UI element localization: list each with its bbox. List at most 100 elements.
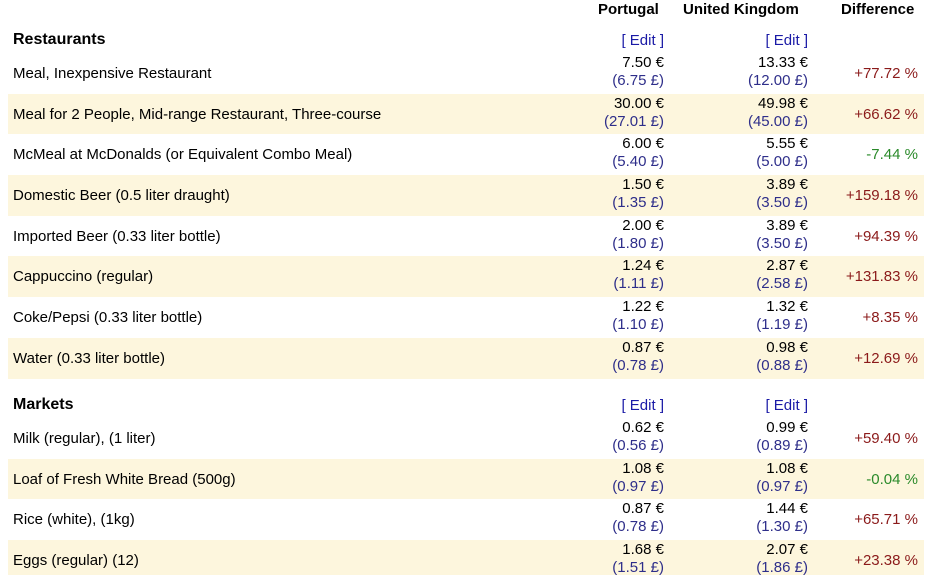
price-gbp: (1.10 £) <box>612 316 664 334</box>
table-row: Meal, Inexpensive Restaurant 7.50 € (6.75 … <box>8 53 924 94</box>
price-portugal: 2.00 € (1.80 £) <box>612 217 664 253</box>
price-united-kingdom: 1.32 € (1.19 £) <box>756 298 808 334</box>
price-portugal: 30.00 € (27.01 £) <box>604 95 664 131</box>
item-name: Eggs (regular) (12) <box>13 551 139 569</box>
price-eur: 2.00 € <box>622 216 664 234</box>
price-eur: 1.68 € <box>622 541 664 559</box>
edit-united-kingdom-link[interactable]: [ Edit ] <box>765 397 808 415</box>
price-eur: 0.87 € <box>622 500 664 518</box>
item-name: Cappuccino (regular) <box>13 268 154 286</box>
price-gbp: (27.01 £) <box>603 112 664 130</box>
price-gbp: (1.30 £) <box>756 518 808 536</box>
price-eur: 1.32 € <box>766 298 808 316</box>
edit-portugal-link[interactable]: [ Edit ] <box>621 397 664 415</box>
table-row: Meal for 2 People, Mid-range Restaurant,… <box>8 93 924 135</box>
price-portugal: 1.50 € (1.35 £) <box>612 176 664 212</box>
price-eur: 2.87 € <box>766 257 808 275</box>
price-portugal: 1.08 € (0.97 £) <box>612 460 664 496</box>
difference-value: +8.35 % <box>862 308 918 326</box>
price-gbp: (1.35 £) <box>612 194 664 212</box>
price-united-kingdom: 0.99 € (0.89 £) <box>756 419 808 455</box>
difference-value: +59.40 % <box>854 429 918 447</box>
price-gbp: (0.78 £) <box>612 356 664 374</box>
section-title: Restaurants <box>13 31 106 48</box>
difference-value: +23.38 % <box>854 551 918 569</box>
column-header-portugal: Portugal <box>598 1 659 18</box>
cost-comparison-page: Portugal United Kingdom Difference Resta… <box>0 0 938 575</box>
price-gbp: (1.86 £) <box>756 559 808 575</box>
table-row: Coke/Pepsi (0.33 liter bottle) 1.22 € (1.1… <box>8 297 924 338</box>
table-row: Rice (white), (1kg) 0.87 € (0.78 £) 1.44 €(… <box>8 499 924 540</box>
price-gbp: (2.58 £) <box>756 275 808 293</box>
table-row: Eggs (regular) (12) 1.68 € (1.51 £) 2.07 €(… <box>8 540 924 575</box>
item-name: Meal for 2 People, Mid-range Restaurant,… <box>13 105 382 123</box>
price-united-kingdom: 49.98 € (45.00 £) <box>748 95 808 131</box>
section-title: Markets <box>13 396 74 413</box>
price-gbp: (5.00 £) <box>756 153 808 171</box>
price-united-kingdom: 3.89 € (3.50 £) <box>756 217 808 253</box>
edit-portugal-link[interactable]: [ Edit ] <box>621 32 664 50</box>
price-united-kingdom: 2.87 € (2.58 £) <box>756 257 808 293</box>
difference-value: +65.71 % <box>854 511 918 529</box>
price-gbp: (1.19 £) <box>756 316 808 334</box>
price-eur: 1.08 € <box>622 459 664 477</box>
difference-value: +131.83 % <box>845 268 918 286</box>
edit-united-kingdom-link[interactable]: [ Edit ] <box>765 32 808 50</box>
difference-value: +66.62 % <box>854 105 918 123</box>
price-eur: 0.87 € <box>622 338 664 356</box>
item-name: Domestic Beer (0.5 liter draught) <box>13 186 230 204</box>
price-gbp: (0.89 £) <box>756 437 808 454</box>
price-portugal: 0.87 € (0.78 £) <box>612 339 664 375</box>
item-name: Water (0.33 liter bottle) <box>13 349 165 367</box>
difference-value: +159.18 % <box>845 186 918 204</box>
price-eur: 30.00 € <box>613 94 664 112</box>
table-row: Loaf of Fresh White Bread (500g) 1.08 € (0… <box>8 458 924 500</box>
price-gbp: (6.75 £) <box>612 72 664 89</box>
price-eur: 0.99 € <box>766 419 808 436</box>
price-portugal: 1.68 € (1.51 £) <box>612 541 664 575</box>
difference-value: +94.39 % <box>854 227 918 245</box>
price-eur: 1.50 € <box>622 176 664 194</box>
price-portugal: 0.62 € (0.56 £) <box>612 419 664 455</box>
item-name: Rice (white), (1kg) <box>13 511 135 529</box>
price-eur: 1.24 € <box>622 257 664 275</box>
price-eur: 0.62 € <box>622 419 664 436</box>
price-gbp: (1.11 £) <box>613 275 664 293</box>
price-eur: 5.55 € <box>766 135 808 153</box>
difference-value: +77.72 % <box>854 64 918 82</box>
price-eur: 0.98 € <box>766 338 808 356</box>
price-gbp: (0.97 £) <box>756 477 808 495</box>
price-portugal: 0.87 € (0.78 £) <box>612 500 664 536</box>
table-row: Imported Beer (0.33 liter bottle) 2.00 €(… <box>8 216 924 257</box>
price-portugal: 6.00 € (5.40 £) <box>612 135 664 171</box>
difference-value: -0.04 % <box>866 470 918 488</box>
column-header-difference: Difference <box>841 1 915 18</box>
price-portugal: 7.50 € (6.75 £) <box>612 54 664 90</box>
section-markets: Markets [ Edit ] [ Edit ] Milk (regular), (… <box>8 392 924 575</box>
item-name: Coke/Pepsi (0.33 liter bottle) <box>13 308 203 326</box>
price-eur: 49.98 € <box>757 94 808 112</box>
price-gbp: (1.51 £) <box>612 559 664 575</box>
price-gbp: (3.50 £) <box>756 234 808 252</box>
table-row: Milk (regular), (1 liter) 0.62 € (0.56 £) 0… <box>8 418 924 459</box>
item-name: McMeal at McDonalds (or Equivalent Combo… <box>13 146 353 164</box>
price-gbp: (12.00 £) <box>747 72 808 89</box>
price-portugal: 1.24 € (1.11 £) <box>613 257 664 293</box>
price-eur: 13.33 € <box>757 54 808 71</box>
price-united-kingdom: 5.55 € (5.00 £) <box>756 135 808 171</box>
price-gbp: (0.97 £) <box>612 477 664 495</box>
item-name: Meal, Inexpensive Restaurant <box>13 64 212 82</box>
difference-value: -7.44 % <box>866 146 918 164</box>
price-eur: 7.50 € <box>622 54 664 71</box>
price-eur: 1.08 € <box>766 459 808 477</box>
item-name: Milk (regular), (1 liter) <box>13 429 156 447</box>
section-restaurants: Restaurants [ Edit ] [ Edit ] Meal, Inexpen… <box>8 27 924 379</box>
price-eur: 1.22 € <box>622 298 664 316</box>
item-name: Loaf of Fresh White Bread (500g) <box>13 470 236 488</box>
price-gbp: (1.80 £) <box>612 234 664 252</box>
table-row: Cappuccino (regular) 1.24 € (1.11 £) 2.87 €… <box>8 256 924 298</box>
price-gbp: (0.78 £) <box>612 518 664 536</box>
price-united-kingdom: 1.44 € (1.30 £) <box>756 500 808 536</box>
price-eur: 1.44 € <box>766 500 808 518</box>
price-eur: 3.89 € <box>766 216 808 234</box>
